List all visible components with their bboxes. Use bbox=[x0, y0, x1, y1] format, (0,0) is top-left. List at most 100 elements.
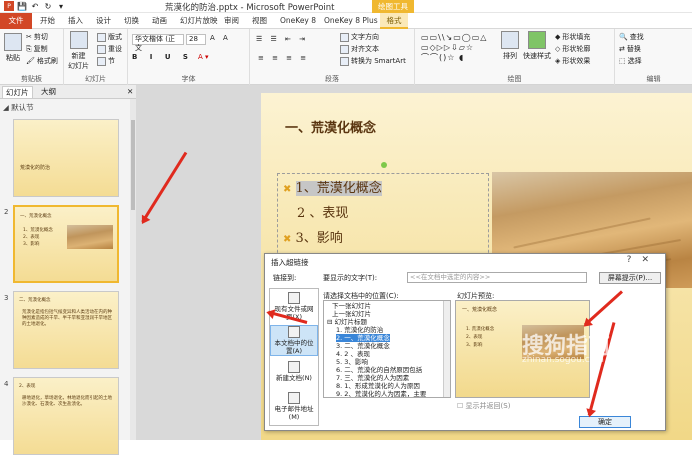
section-header[interactable]: ◢ 默认节 bbox=[3, 102, 34, 113]
format-painter-button[interactable]: 🖌 格式刷 bbox=[26, 56, 58, 66]
layout-button[interactable]: 版式 bbox=[97, 32, 122, 42]
tree-item[interactable]: 6. 二、荒漠化的自然原因包括 bbox=[336, 366, 422, 374]
replace-button[interactable]: ⇄ 替换 bbox=[619, 44, 641, 54]
tree-item[interactable]: 9. 2、荒漠化的人为因素，主要 bbox=[336, 390, 426, 397]
text-direction-button[interactable]: 文字方向 bbox=[340, 32, 379, 42]
shapes-gallery[interactable]: ▭▭\\↘▭◯▭△ ▭◇▷▷⇩▱☆ ⌒⌒()☆ ◖ bbox=[421, 33, 493, 63]
align-icons[interactable]: ≡ ≡ ≡ ≡ bbox=[258, 54, 309, 62]
slide-thumbnail-2[interactable]: 一、荒漠化概念 1、荒漠化概念 2、表现 3、影响 bbox=[13, 205, 119, 283]
tree-item[interactable]: 5. 3、影响 bbox=[336, 358, 368, 366]
show-return-checkbox[interactable]: ☐ 显示并返回(S) bbox=[457, 401, 510, 411]
tree-item-selected[interactable]: 2. 一、荒漠化概念 bbox=[336, 334, 390, 342]
tree-item[interactable]: 上一张幻灯片 bbox=[332, 310, 371, 318]
copy-icon: ⎘ bbox=[26, 44, 32, 53]
tab-insert[interactable]: 插入 bbox=[66, 13, 85, 29]
screentip-button[interactable]: 屏幕提示(P)... bbox=[599, 272, 661, 284]
tree-item[interactable]: ⊟ 幻灯片标题 bbox=[327, 318, 367, 326]
bullet-mark-icon: ✖ bbox=[283, 234, 292, 245]
tab-design[interactable]: 设计 bbox=[94, 13, 113, 29]
slide-thumbnail-3[interactable]: 二、荒漠化概念 荒漠化是指包括气候变异和人类活动在内的种种因素造成的干旱、半干旱… bbox=[13, 291, 119, 369]
tab-transitions[interactable]: 切换 bbox=[122, 13, 141, 29]
bullet-line-3[interactable]: ✖ 3、影响 bbox=[283, 227, 343, 246]
link-new-document[interactable]: 新建文档(N) bbox=[270, 361, 318, 382]
thumb-title: 荒漠化的防治 bbox=[20, 165, 51, 171]
group-slides: 新建 幻灯片 版式 重设 节 幻灯片 bbox=[64, 29, 128, 85]
smartart-button[interactable]: 转换为 SmartArt bbox=[340, 56, 406, 66]
slide-thumbnail-4[interactable]: 2、表现 耕地退化，草场退化，林地退化而引起的土地沙漠化、石漠化、次生盐渍化。 bbox=[13, 377, 119, 455]
link-email-address[interactable]: 电子邮件地址 (M) bbox=[270, 392, 318, 421]
group-label: 幻灯片 bbox=[85, 75, 106, 83]
select-button[interactable]: ⬚ 选择 bbox=[619, 56, 642, 66]
paste-button[interactable]: 粘贴 bbox=[4, 33, 22, 63]
tree-item[interactable]: 4. 2 、表现 bbox=[336, 350, 370, 358]
app-icon[interactable]: P bbox=[4, 1, 14, 11]
ok-button[interactable]: 确定 bbox=[579, 416, 631, 428]
font-color-icon[interactable]: A ▾ bbox=[198, 53, 209, 61]
font-size-box[interactable]: 28 bbox=[186, 34, 206, 45]
tab-review[interactable]: 审阅 bbox=[222, 13, 241, 29]
customize-icon[interactable]: ▾ bbox=[56, 1, 66, 11]
bullets-icon[interactable]: ☰ ☰ ⇤ ⇥ bbox=[256, 35, 308, 43]
display-text-input[interactable]: <<在文档中选定的内容>> bbox=[407, 272, 587, 283]
bullet-line-1[interactable]: ✖ 1、荒漠化概念 bbox=[283, 177, 382, 196]
slide-number: 4 bbox=[4, 380, 9, 388]
effects-icon: ◈ bbox=[555, 57, 561, 65]
tab-onekey-plus[interactable]: OneKey 8 Plus bbox=[322, 13, 380, 29]
reset-icon bbox=[97, 44, 106, 54]
section-button[interactable]: 节 bbox=[97, 56, 115, 66]
tree-item[interactable]: 8. 1、形成荒漠化的人为原因 bbox=[336, 382, 420, 390]
group-paragraph: ☰ ☰ ⇤ ⇥ ≡ ≡ ≡ ≡ 文字方向 对齐文本 转换为 SmartArt 段… bbox=[250, 29, 415, 85]
tab-outline[interactable]: 大纲 bbox=[38, 86, 59, 98]
title-bar: P 💾 ↶ ↻ ▾ 荒漠化的防治.pptx - Microsoft PowerP… bbox=[0, 0, 692, 13]
rotate-handle[interactable] bbox=[381, 162, 387, 168]
font-grow-shrink[interactable]: A A bbox=[210, 34, 231, 42]
font-name-box[interactable]: 华文楷体 (正文 bbox=[132, 34, 184, 52]
scrollbar-thumb[interactable] bbox=[131, 120, 135, 210]
tree-item[interactable]: 下一张幻灯片 bbox=[332, 302, 371, 310]
paste-icon bbox=[4, 33, 22, 51]
find-button[interactable]: 🔍 查找 bbox=[619, 32, 644, 42]
quick-styles-button[interactable]: 快速样式 bbox=[523, 31, 551, 61]
tree-item[interactable]: 3. 二、荒漠化概念 bbox=[336, 342, 390, 350]
tree-item[interactable]: 1. 荒漠化的防治 bbox=[336, 326, 383, 334]
save-icon[interactable]: 💾 bbox=[17, 1, 27, 11]
help-button[interactable]: ? bbox=[627, 255, 642, 265]
dialog-controls: ?✕ bbox=[627, 255, 659, 265]
preview-line: 3、影响 bbox=[466, 343, 483, 348]
tab-home[interactable]: 开始 bbox=[38, 13, 57, 29]
tab-animations[interactable]: 动画 bbox=[150, 13, 169, 29]
brush-icon: 🖌 bbox=[26, 57, 35, 65]
cut-button[interactable]: ✂ 剪切 bbox=[26, 32, 48, 42]
tab-slides[interactable]: 幻灯片 bbox=[2, 86, 33, 98]
ribbon-tabs: 文件 开始 插入 设计 切换 动画 幻灯片放映 审阅 视图 OneKey 8 O… bbox=[0, 13, 692, 29]
redo-icon[interactable]: ↻ bbox=[43, 1, 53, 11]
group-label: 字体 bbox=[181, 75, 196, 83]
close-icon[interactable]: ✕ bbox=[124, 86, 136, 98]
document-place-tree[interactable]: 下一张幻灯片 上一张幻灯片 ⊟ 幻灯片标题 1. 荒漠化的防治 2. 一、荒漠化… bbox=[323, 300, 451, 398]
slide-thumbnail-1[interactable]: 荒漠化的防治 bbox=[13, 119, 119, 197]
close-icon[interactable]: ✕ bbox=[641, 255, 659, 265]
tab-format[interactable]: 格式 bbox=[380, 13, 408, 29]
new-slide-button[interactable]: 新建 幻灯片 bbox=[68, 31, 89, 71]
ribbon: 粘贴 ✂ 剪切 ⎘ 复制 🖌 格式刷 剪贴板 新建 幻灯片 版式 重设 节 幻灯片 华… bbox=[0, 29, 692, 85]
reset-button[interactable]: 重设 bbox=[97, 44, 122, 54]
shape-fill-button[interactable]: ◆ 形状填充 bbox=[555, 32, 590, 42]
tree-item[interactable]: 7. 三、荒漠化的人为因素 bbox=[336, 374, 409, 382]
shape-outline-button[interactable]: ◇ 形状轮廓 bbox=[555, 44, 590, 54]
align-text-button[interactable]: 对齐文本 bbox=[340, 44, 379, 54]
arrange-button[interactable]: 排列 bbox=[501, 31, 519, 61]
tab-view[interactable]: 视图 bbox=[250, 13, 269, 29]
copy-button[interactable]: ⎘ 复制 bbox=[26, 44, 48, 54]
preview-title: 一、荒漠化概念 bbox=[462, 307, 498, 313]
tree-scrollbar[interactable] bbox=[443, 301, 450, 397]
tab-slideshow[interactable]: 幻灯片放映 bbox=[178, 13, 220, 29]
tab-onekey[interactable]: OneKey 8 bbox=[278, 13, 318, 29]
email-icon bbox=[288, 392, 300, 404]
shape-effects-button[interactable]: ◈ 形状效果 bbox=[555, 56, 590, 66]
slide-title[interactable]: 一、荒漠化概念 bbox=[285, 117, 376, 136]
bullet-line-2[interactable]: 2 、表现 bbox=[297, 202, 348, 221]
tab-file[interactable]: 文件 bbox=[0, 13, 32, 29]
font-style-buttons[interactable]: B I U S bbox=[132, 53, 193, 61]
undo-icon[interactable]: ↶ bbox=[30, 1, 40, 11]
link-place-in-document[interactable]: 本文档中的位 置(A) bbox=[270, 325, 318, 356]
